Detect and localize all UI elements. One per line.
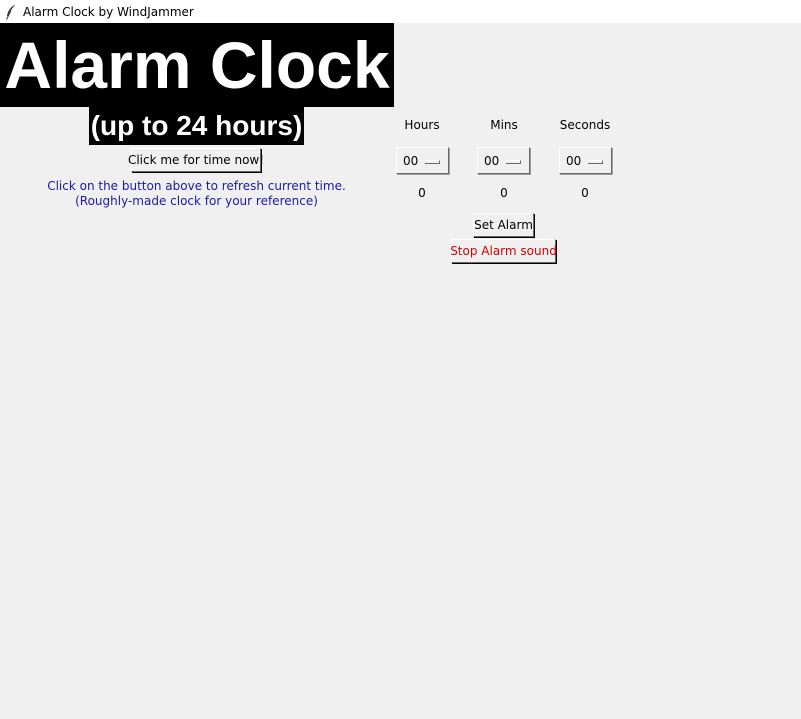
hours-value: 0	[418, 186, 426, 200]
seconds-dropdown-value: 00	[566, 154, 582, 168]
clock-hint-line1: Click on the button above to refresh cur…	[47, 179, 346, 193]
clock-hint-line2: (Roughly-made clock for your reference)	[75, 194, 318, 208]
mins-dropdown[interactable]: 00	[477, 147, 530, 174]
set-alarm-button[interactable]: Set Alarm	[473, 213, 534, 237]
mins-label: Mins	[490, 118, 518, 132]
dropdown-indicator-icon	[425, 160, 440, 164]
app-subtitle: (up to 24 hours)	[89, 107, 304, 145]
hours-label: Hours	[404, 118, 440, 132]
hours-dropdown-value: 00	[403, 154, 419, 168]
seconds-dropdown[interactable]: 00	[559, 147, 612, 174]
window-title: Alarm Clock by WindJammer	[23, 4, 194, 19]
mins-dropdown-value: 00	[484, 154, 500, 168]
time-now-button[interactable]: Click me for time now!	[128, 148, 264, 172]
mins-value: 0	[500, 186, 508, 200]
dropdown-indicator-icon	[506, 160, 521, 164]
stop-alarm-button[interactable]: Stop Alarm sound	[450, 239, 557, 263]
feather-icon	[3, 4, 19, 20]
dropdown-indicator-icon	[588, 160, 603, 164]
app-title: Alarm Clock	[0, 23, 394, 107]
seconds-label: Seconds	[559, 118, 611, 132]
seconds-value: 0	[581, 186, 589, 200]
clock-hint: Click on the button above to refresh cur…	[40, 179, 353, 209]
hours-dropdown[interactable]: 00	[396, 147, 449, 174]
window-titlebar: Alarm Clock by WindJammer	[0, 0, 801, 23]
